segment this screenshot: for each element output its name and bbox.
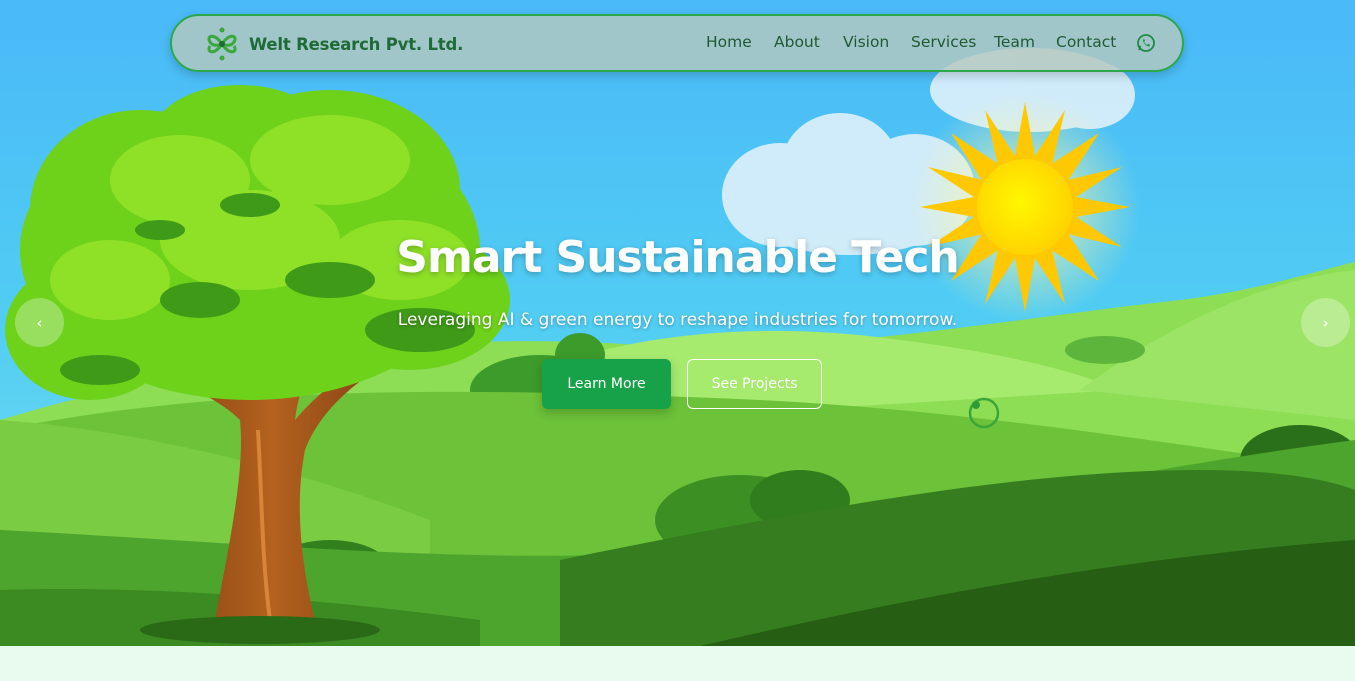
brand[interactable]: Welt Research Pvt. Ltd. bbox=[202, 26, 463, 62]
see-projects-button[interactable]: See Projects bbox=[687, 359, 822, 409]
nav-link-team[interactable]: Team bbox=[994, 33, 1035, 51]
learn-more-button[interactable]: Learn More bbox=[542, 359, 671, 409]
sun-shape bbox=[910, 92, 1140, 322]
nav-link-services[interactable]: Services bbox=[911, 33, 976, 51]
next-section bbox=[0, 646, 1355, 681]
nav-link-vision[interactable]: Vision bbox=[843, 33, 889, 51]
hero-subtitle: Leveraging AI & green energy to reshape … bbox=[397, 310, 958, 330]
nav-link-contact[interactable]: Contact bbox=[1056, 33, 1116, 51]
brand-name: Welt Research Pvt. Ltd. bbox=[249, 34, 464, 54]
nav-link-about[interactable]: About bbox=[774, 33, 820, 51]
top-navbar: Welt Research Pvt. Ltd. Home About Visio… bbox=[170, 14, 1184, 72]
hero-carousel: Welt Research Pvt. Ltd. Home About Visio… bbox=[0, 0, 1355, 646]
nav-link-home[interactable]: Home bbox=[706, 33, 752, 51]
hero-title: Smart Sustainable Tech bbox=[396, 232, 959, 283]
whatsapp-icon[interactable] bbox=[1136, 33, 1156, 53]
leaf-knot-icon bbox=[207, 27, 237, 61]
